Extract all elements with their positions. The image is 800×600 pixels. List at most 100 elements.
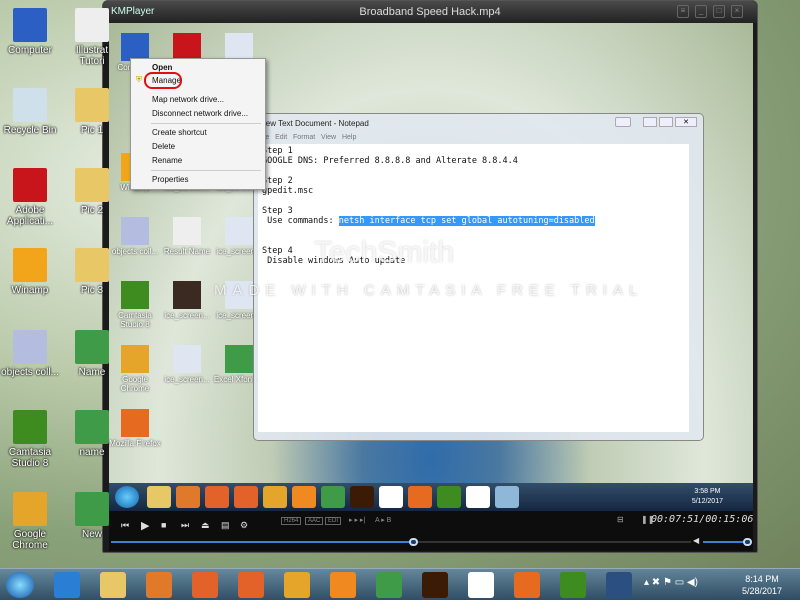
desktop-icon[interactable]: Pic 2 (62, 168, 122, 216)
play-button[interactable]: ▶ (141, 519, 149, 532)
frame-step-buttons[interactable]: ▸ ▸ ▸| (349, 516, 365, 524)
desktop-icon[interactable]: Recycle Bin (0, 88, 60, 136)
menu-help[interactable]: Help (342, 134, 356, 141)
close-button[interactable]: × (731, 5, 743, 18)
excel-icon[interactable] (376, 572, 402, 598)
desktop-icon[interactable]: Computer (0, 8, 60, 56)
chrome-icon[interactable] (284, 572, 310, 598)
desktop-icon-image (75, 168, 109, 202)
clock[interactable]: 8:14 PM 5/28/2017 (742, 573, 782, 597)
playlist-button[interactable]: ▤ (221, 520, 230, 531)
menu-item-create-shortcut[interactable]: Create shortcut (152, 128, 207, 137)
desktop-icon[interactable]: Adobe Applicati... (0, 168, 60, 227)
illustrator-icon[interactable] (422, 572, 448, 598)
menu-item-map-network-drive[interactable]: Map network drive... (152, 95, 224, 104)
uc-browser-icon[interactable] (330, 572, 356, 598)
tray-icons[interactable]: ▴ ✖ ⚑ ▭ ◀) (644, 577, 698, 588)
desktop-icon[interactable]: Google Chrome (0, 492, 60, 551)
inner-desktop-icon-image (173, 33, 201, 61)
previous-button[interactable]: ⏮ (121, 520, 129, 531)
title-bar[interactable]: KMPlayer Broadband Speed Hack.mp4 ≡ _ □ … (103, 1, 757, 23)
firefox-icon[interactable] (514, 572, 540, 598)
internet-explorer-icon[interactable] (54, 572, 80, 598)
icon-label: objects coll... (1, 367, 59, 378)
notepad-minimize-button[interactable] (643, 117, 657, 127)
firefox-icon[interactable] (408, 486, 432, 508)
settings-button[interactable]: ⚙ (240, 520, 248, 531)
maximize-button[interactable]: □ (713, 5, 725, 18)
notepad-icon[interactable] (495, 486, 519, 508)
desktop-icon[interactable]: Name (62, 330, 122, 378)
media-player-icon[interactable] (146, 572, 172, 598)
notepad-menu: File Edit Format View Help (258, 134, 699, 144)
paint-app-icon[interactable] (468, 572, 494, 598)
codec-video-badge: H264 (281, 517, 302, 525)
desktop-icon[interactable]: Winamp (0, 248, 60, 296)
player-controls: ⏮ ▶ ■ ⏭ ⏏ ▤ ⚙ H264 AAC EDI ▸ ▸ ▸| A ▸ B … (109, 511, 753, 551)
inner-desktop-icon-image (173, 281, 201, 309)
uc-browser-icon[interactable] (292, 486, 316, 508)
next-button[interactable]: ⏭ (181, 520, 189, 531)
context-menu: Open ⛨ Manage Map network drive... Disco… (130, 58, 266, 190)
menu-item-delete[interactable]: Delete (152, 142, 175, 151)
inner-desktop-icon[interactable]: ice_screen... (161, 281, 213, 320)
stop-button[interactable]: ■ (161, 520, 166, 530)
selected-command: netsh interface tcp set global autotunin… (338, 216, 595, 226)
seek-bar[interactable] (111, 538, 691, 546)
camera-app-icon[interactable] (238, 572, 264, 598)
icon-label: Adobe Applicati... (6, 205, 54, 227)
eject-button[interactable]: ⏏ (201, 520, 210, 531)
illustrator-icon[interactable] (350, 486, 374, 508)
volume-slider[interactable] (703, 538, 752, 546)
desktop-icon[interactable]: Illustrat Tutori (62, 8, 122, 67)
media-player-icon[interactable] (176, 486, 200, 508)
inner-desktop-icon-image (121, 409, 149, 437)
start-button[interactable] (6, 572, 34, 598)
menu-view[interactable]: View (321, 134, 336, 141)
desktop-icon-image (75, 330, 109, 364)
subtitle-icon[interactable]: ⊟ (617, 515, 624, 524)
ab-repeat-button[interactable]: A ▸ B (375, 516, 391, 524)
menu-item-disconnect-network-drive[interactable]: Disconnect network drive... (152, 109, 248, 118)
screen-recorder-icon[interactable] (205, 486, 229, 508)
camtasia-icon[interactable] (560, 572, 586, 598)
menu-format[interactable]: Format (293, 134, 315, 141)
inner-desktop-icon-image (225, 33, 253, 61)
desktop-icon[interactable]: Pic 1 (62, 88, 122, 136)
paint-app-icon[interactable] (379, 486, 403, 508)
icon-label: ice_screen... (164, 311, 210, 320)
notepad-close-button[interactable]: ✕ (675, 117, 697, 127)
menu-icon[interactable]: ≡ (677, 5, 689, 18)
kmplayer-icon[interactable] (606, 572, 632, 598)
codec-audio-badge: AAC (305, 517, 324, 525)
icon-label: Illustrat Tutori (75, 45, 109, 67)
desktop-icon-image (13, 8, 47, 42)
desktop-icon[interactable]: Camtasia Studio 8 (0, 410, 60, 469)
screen-recorder-icon[interactable] (192, 572, 218, 598)
annotation-circle (144, 72, 182, 89)
camtasia-icon[interactable] (437, 486, 461, 508)
desktop-icon[interactable]: objects coll... (0, 330, 60, 378)
menu-edit[interactable]: Edit (275, 134, 287, 141)
notepad-restore-button[interactable] (615, 117, 631, 127)
menu-item-open[interactable]: Open (152, 63, 172, 72)
camtasia-recorder-icon[interactable] (466, 486, 490, 508)
minimize-button[interactable]: _ (695, 5, 707, 18)
volume-icon[interactable]: ◀ (693, 536, 699, 545)
inner-desktop-icon[interactable]: ice_screen... (161, 345, 213, 384)
menu-item-rename[interactable]: Rename (152, 156, 182, 165)
inner-desktop-icon[interactable]: Result Name (161, 217, 213, 256)
notepad-maximize-button[interactable] (659, 117, 673, 127)
chrome-icon[interactable] (263, 486, 287, 508)
desktop-icon[interactable]: Pic 3 (62, 248, 122, 296)
inner-desktop-icon-image (121, 345, 149, 373)
excel-icon[interactable] (321, 486, 345, 508)
menu-item-properties[interactable]: Properties (152, 175, 188, 184)
windows-explorer-icon[interactable] (147, 486, 171, 508)
desktop-icon[interactable]: name (62, 410, 122, 458)
windows-explorer-icon[interactable] (100, 572, 126, 598)
volume-handle[interactable] (743, 538, 752, 546)
camera-app-icon[interactable] (234, 486, 258, 508)
desktop-icon[interactable]: New (62, 492, 122, 540)
seek-handle[interactable] (408, 538, 418, 546)
